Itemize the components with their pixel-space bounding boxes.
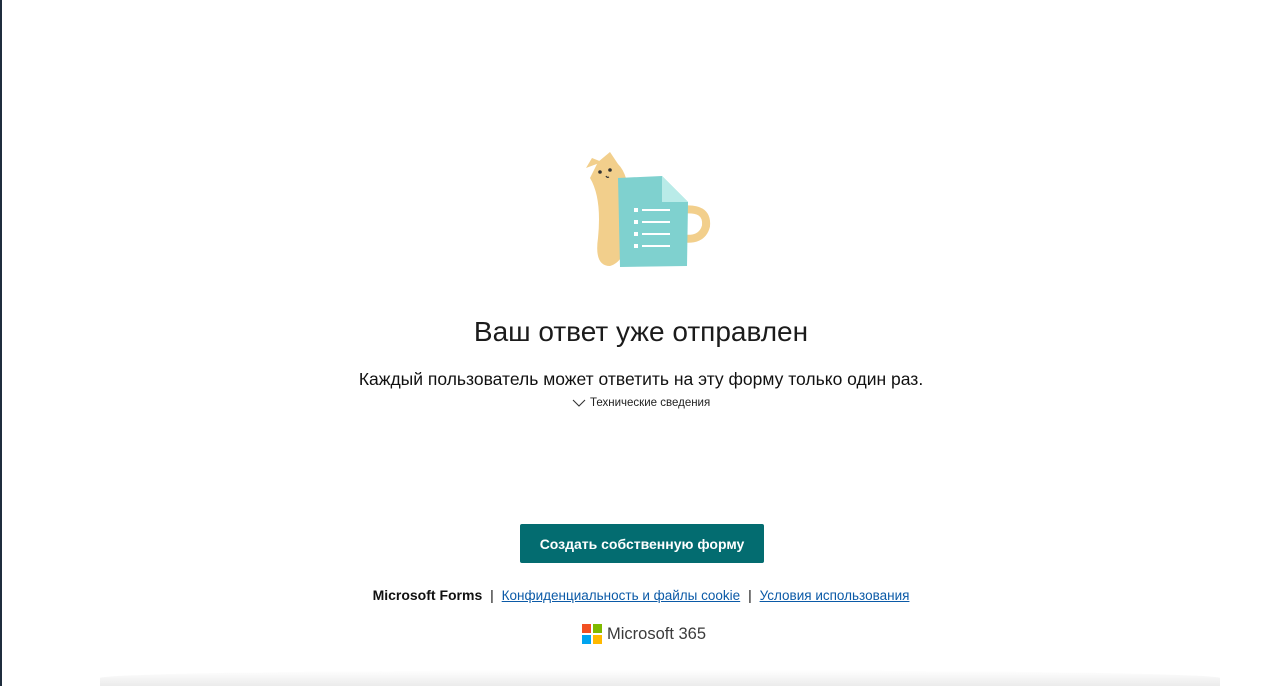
footer-separator: | — [490, 587, 494, 603]
footer-separator: | — [748, 587, 752, 603]
terms-link[interactable]: Условия использования — [760, 588, 910, 603]
footer-links: Microsoft Forms | Конфиденциальность и ф… — [0, 587, 1280, 603]
bottom-shadow — [100, 670, 1220, 686]
microsoft-365-label: Microsoft 365 — [607, 624, 707, 643]
footer-brand: Microsoft Forms — [372, 587, 483, 603]
technical-details-toggle[interactable]: Технические сведения — [572, 397, 710, 409]
microsoft-logo-icon — [582, 624, 602, 644]
create-form-button[interactable]: Создать собственную форму — [520, 524, 764, 563]
response-submitted-page: Ваш ответ уже отправлен Каждый пользоват… — [0, 0, 1280, 686]
cat-form-illustration — [586, 152, 711, 267]
technical-details-label: Технические сведения — [590, 397, 711, 409]
page-subtitle: Каждый пользователь может ответить на эт… — [358, 369, 924, 389]
microsoft-365-brand: Microsoft 365 — [582, 624, 706, 644]
privacy-link[interactable]: Конфиденциальность и файлы cookie — [502, 588, 741, 603]
page-title: Ваш ответ уже отправлен — [473, 316, 809, 347]
chevron-down-icon — [572, 399, 586, 407]
